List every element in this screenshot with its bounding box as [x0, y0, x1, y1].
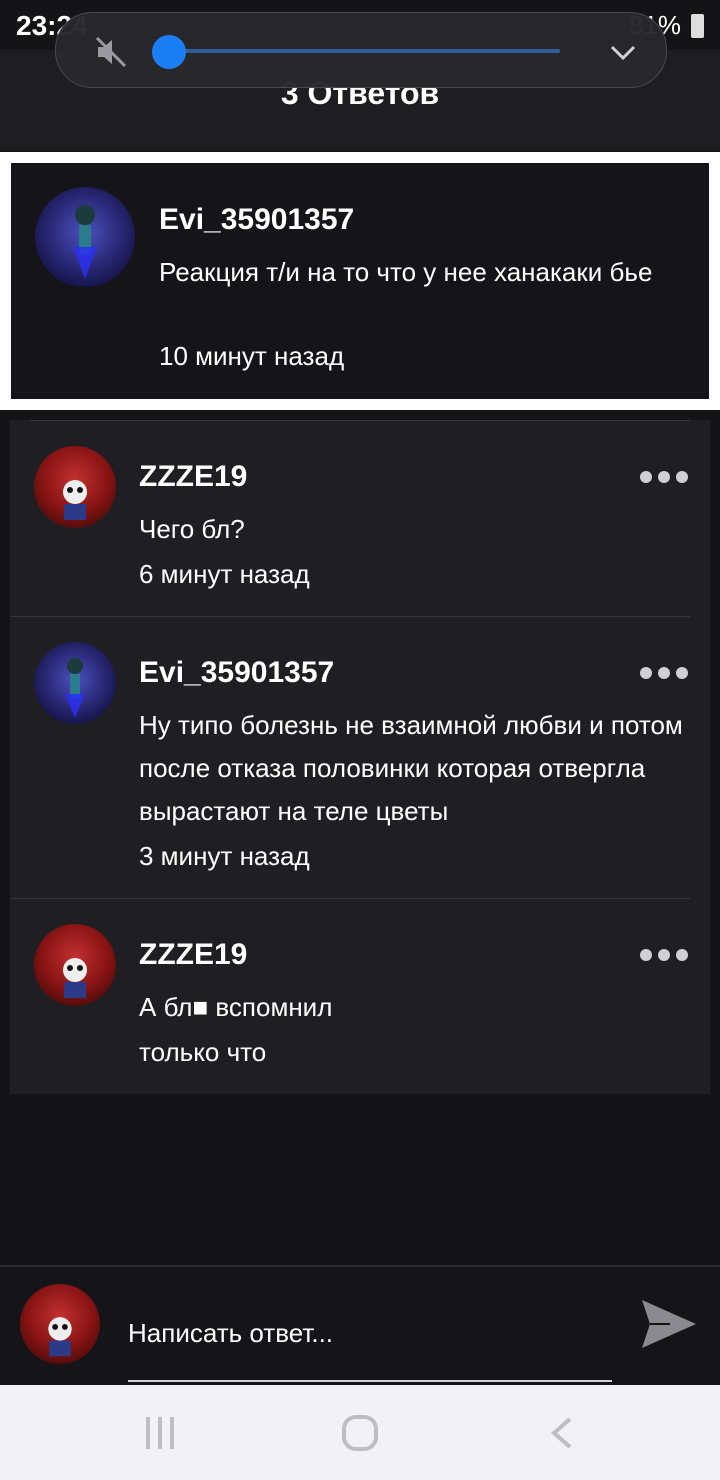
- reply-time: только что: [139, 1037, 267, 1067]
- volume-slider-track[interactable]: [168, 49, 560, 53]
- reply-text: А бл■ вспомнил: [139, 992, 333, 1022]
- character-figure: [65, 658, 85, 718]
- more-options-icon[interactable]: [640, 949, 688, 963]
- original-comment: Evi_35901357 Реакция т/и на то что у нее…: [11, 163, 709, 399]
- more-options-icon[interactable]: [640, 471, 688, 485]
- volume-slider-thumb[interactable]: [152, 35, 186, 69]
- avatar[interactable]: [34, 924, 116, 1006]
- current-user-avatar[interactable]: [20, 1284, 100, 1364]
- reply-input[interactable]: [128, 1300, 612, 1382]
- recent-apps-icon[interactable]: [142, 1415, 178, 1451]
- reply-text: Ну типо болезнь не взаимной любви и пото…: [139, 710, 683, 826]
- reply-time: 6 минут назад: [139, 559, 310, 589]
- divider: [10, 616, 690, 617]
- more-options-icon[interactable]: [640, 667, 688, 681]
- reply-text: Чего бл?: [139, 514, 245, 544]
- reply-author[interactable]: ZZZE19: [139, 938, 247, 972]
- home-icon[interactable]: [340, 1413, 380, 1453]
- battery-icon: [691, 13, 704, 38]
- avatar[interactable]: [35, 187, 135, 287]
- skull-figure: [63, 958, 87, 998]
- back-icon[interactable]: [548, 1415, 576, 1451]
- replies-list: ZZZE19 Чего бл? 6 минут назад Evi_359013…: [10, 420, 710, 1094]
- skull-figure: [63, 480, 87, 520]
- avatar[interactable]: [34, 642, 116, 724]
- comment-time: 10 минут назад: [159, 341, 345, 371]
- divider: [10, 898, 690, 899]
- reply-time: 3 минут назад: [139, 841, 310, 871]
- system-nav-bar: [0, 1385, 720, 1480]
- character-figure: [73, 205, 97, 279]
- chevron-down-icon[interactable]: [608, 37, 638, 67]
- comment-text: Реакция т/и на то что у нее ханакаки бье: [159, 257, 653, 287]
- volume-mute-icon[interactable]: [94, 35, 128, 69]
- volume-panel: [55, 12, 667, 88]
- reply-author[interactable]: Evi_35901357: [139, 656, 334, 690]
- send-icon[interactable]: [640, 1296, 698, 1352]
- avatar[interactable]: [34, 446, 116, 528]
- skull-figure: [48, 1317, 72, 1357]
- comment-author[interactable]: Evi_35901357: [159, 203, 354, 237]
- divider: [30, 420, 690, 421]
- reply-author[interactable]: ZZZE19: [139, 460, 247, 494]
